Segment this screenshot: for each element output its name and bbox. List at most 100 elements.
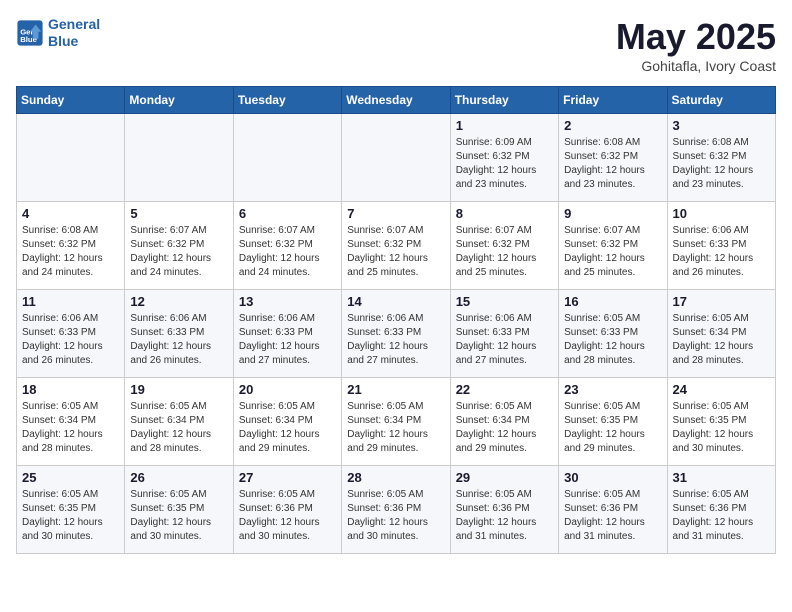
day-cell: 26 Sunrise: 6:05 AM Sunset: 6:35 PM Dayli…: [125, 466, 233, 554]
title-area: May 2025 Gohitafla, Ivory Coast: [616, 16, 776, 74]
day-number: 21: [347, 382, 444, 397]
header-saturday: Saturday: [667, 87, 775, 114]
day-number: 20: [239, 382, 336, 397]
day-cell: 28 Sunrise: 6:05 AM Sunset: 6:36 PM Dayli…: [342, 466, 450, 554]
day-info: Sunrise: 6:05 AM Sunset: 6:34 PM Dayligh…: [130, 400, 227, 456]
header-friday: Friday: [559, 87, 667, 114]
calendar-table: SundayMondayTuesdayWednesdayThursdayFrid…: [16, 86, 776, 554]
day-cell: 1 Sunrise: 6:09 AM Sunset: 6:32 PM Daylig…: [450, 114, 558, 202]
day-cell: 15 Sunrise: 6:06 AM Sunset: 6:33 PM Dayli…: [450, 290, 558, 378]
day-cell: 4 Sunrise: 6:08 AM Sunset: 6:32 PM Daylig…: [17, 202, 125, 290]
day-info: Sunrise: 6:05 AM Sunset: 6:35 PM Dayligh…: [564, 400, 661, 456]
day-number: 9: [564, 206, 661, 221]
week-row-3: 11Sunrise: 6:06 AM Sunset: 6:33 PM Dayli…: [17, 290, 776, 378]
day-number: 23: [564, 382, 661, 397]
day-info: Sunrise: 6:05 AM Sunset: 6:35 PM Dayligh…: [22, 488, 119, 544]
day-info: Sunrise: 6:09 AM Sunset: 6:32 PM Dayligh…: [456, 136, 553, 192]
day-number: 13: [239, 294, 336, 309]
day-cell: [17, 114, 125, 202]
day-info: Sunrise: 6:05 AM Sunset: 6:36 PM Dayligh…: [564, 488, 661, 544]
week-row-5: 25 Sunrise: 6:05 AM Sunset: 6:35 PM Dayli…: [17, 466, 776, 554]
day-number: 22: [456, 382, 553, 397]
day-cell: 8 Sunrise: 6:07 AM Sunset: 6:32 PM Daylig…: [450, 202, 558, 290]
day-number: 12: [130, 294, 227, 309]
logo-text: General Blue: [48, 16, 100, 50]
day-cell: 7 Sunrise: 6:07 AM Sunset: 6:32 PM Daylig…: [342, 202, 450, 290]
week-row-1: 1 Sunrise: 6:09 AM Sunset: 6:32 PM Daylig…: [17, 114, 776, 202]
week-row-4: 18 Sunrise: 6:05 AM Sunset: 6:34 PM Dayli…: [17, 378, 776, 466]
day-number: 14: [347, 294, 444, 309]
day-number: 4: [22, 206, 119, 221]
day-info: Sunrise: 6:08 AM Sunset: 6:32 PM Dayligh…: [22, 224, 119, 280]
day-cell: 5Sunrise: 6:07 AM Sunset: 6:32 PM Daylig…: [125, 202, 233, 290]
day-number: 17: [673, 294, 770, 309]
day-cell: 11Sunrise: 6:06 AM Sunset: 6:33 PM Dayli…: [17, 290, 125, 378]
day-cell: 20 Sunrise: 6:05 AM Sunset: 6:34 PM Dayli…: [233, 378, 341, 466]
logo: Gen Blue General Blue: [16, 16, 100, 50]
day-number: 25: [22, 470, 119, 485]
day-number: 7: [347, 206, 444, 221]
day-number: 19: [130, 382, 227, 397]
day-cell: [342, 114, 450, 202]
day-cell: 14 Sunrise: 6:06 AM Sunset: 6:33 PM Dayli…: [342, 290, 450, 378]
day-number: 24: [673, 382, 770, 397]
day-info: Sunrise: 6:07 AM Sunset: 6:32 PM Dayligh…: [239, 224, 336, 280]
day-number: 16: [564, 294, 661, 309]
day-cell: 13 Sunrise: 6:06 AM Sunset: 6:33 PM Dayli…: [233, 290, 341, 378]
day-cell: [233, 114, 341, 202]
day-cell: 21 Sunrise: 6:05 AM Sunset: 6:34 PM Dayli…: [342, 378, 450, 466]
day-info: Sunrise: 6:05 AM Sunset: 6:34 PM Dayligh…: [239, 400, 336, 456]
day-info: Sunrise: 6:07 AM Sunset: 6:32 PM Dayligh…: [456, 224, 553, 280]
weekday-header-row: SundayMondayTuesdayWednesdayThursdayFrid…: [17, 87, 776, 114]
header-sunday: Sunday: [17, 87, 125, 114]
day-cell: 2 Sunrise: 6:08 AM Sunset: 6:32 PM Daylig…: [559, 114, 667, 202]
day-cell: 24 Sunrise: 6:05 AM Sunset: 6:35 PM Dayli…: [667, 378, 775, 466]
day-info: Sunrise: 6:08 AM Sunset: 6:32 PM Dayligh…: [673, 136, 770, 192]
location-subtitle: Gohitafla, Ivory Coast: [616, 58, 776, 74]
day-info: Sunrise: 6:05 AM Sunset: 6:36 PM Dayligh…: [239, 488, 336, 544]
day-number: 29: [456, 470, 553, 485]
day-cell: [125, 114, 233, 202]
day-number: 10: [673, 206, 770, 221]
header-thursday: Thursday: [450, 87, 558, 114]
day-info: Sunrise: 6:05 AM Sunset: 6:34 PM Dayligh…: [347, 400, 444, 456]
day-number: 26: [130, 470, 227, 485]
day-info: Sunrise: 6:05 AM Sunset: 6:36 PM Dayligh…: [673, 488, 770, 544]
day-cell: 17Sunrise: 6:05 AM Sunset: 6:34 PM Dayli…: [667, 290, 775, 378]
day-cell: 3 Sunrise: 6:08 AM Sunset: 6:32 PM Daylig…: [667, 114, 775, 202]
day-number: 28: [347, 470, 444, 485]
logo-icon: Gen Blue: [16, 19, 44, 47]
day-cell: 12 Sunrise: 6:06 AM Sunset: 6:33 PM Dayli…: [125, 290, 233, 378]
day-number: 18: [22, 382, 119, 397]
day-info: Sunrise: 6:05 AM Sunset: 6:35 PM Dayligh…: [673, 400, 770, 456]
day-cell: 23 Sunrise: 6:05 AM Sunset: 6:35 PM Dayli…: [559, 378, 667, 466]
day-cell: 10Sunrise: 6:06 AM Sunset: 6:33 PM Dayli…: [667, 202, 775, 290]
header-monday: Monday: [125, 87, 233, 114]
day-info: Sunrise: 6:07 AM Sunset: 6:32 PM Dayligh…: [130, 224, 227, 280]
day-number: 8: [456, 206, 553, 221]
day-info: Sunrise: 6:05 AM Sunset: 6:36 PM Dayligh…: [347, 488, 444, 544]
day-info: Sunrise: 6:06 AM Sunset: 6:33 PM Dayligh…: [347, 312, 444, 368]
header-tuesday: Tuesday: [233, 87, 341, 114]
week-row-2: 4 Sunrise: 6:08 AM Sunset: 6:32 PM Daylig…: [17, 202, 776, 290]
day-info: Sunrise: 6:06 AM Sunset: 6:33 PM Dayligh…: [130, 312, 227, 368]
header-wednesday: Wednesday: [342, 87, 450, 114]
day-number: 2: [564, 118, 661, 133]
day-info: Sunrise: 6:08 AM Sunset: 6:32 PM Dayligh…: [564, 136, 661, 192]
day-info: Sunrise: 6:05 AM Sunset: 6:34 PM Dayligh…: [456, 400, 553, 456]
month-year-title: May 2025: [616, 16, 776, 58]
day-info: Sunrise: 6:05 AM Sunset: 6:33 PM Dayligh…: [564, 312, 661, 368]
day-cell: 27Sunrise: 6:05 AM Sunset: 6:36 PM Dayli…: [233, 466, 341, 554]
day-info: Sunrise: 6:05 AM Sunset: 6:34 PM Dayligh…: [22, 400, 119, 456]
day-number: 15: [456, 294, 553, 309]
day-info: Sunrise: 6:05 AM Sunset: 6:35 PM Dayligh…: [130, 488, 227, 544]
day-info: Sunrise: 6:06 AM Sunset: 6:33 PM Dayligh…: [456, 312, 553, 368]
day-info: Sunrise: 6:06 AM Sunset: 6:33 PM Dayligh…: [239, 312, 336, 368]
day-cell: 25 Sunrise: 6:05 AM Sunset: 6:35 PM Dayli…: [17, 466, 125, 554]
day-cell: 29 Sunrise: 6:05 AM Sunset: 6:36 PM Dayli…: [450, 466, 558, 554]
day-info: Sunrise: 6:05 AM Sunset: 6:36 PM Dayligh…: [456, 488, 553, 544]
day-number: 3: [673, 118, 770, 133]
day-cell: 18 Sunrise: 6:05 AM Sunset: 6:34 PM Dayli…: [17, 378, 125, 466]
day-info: Sunrise: 6:07 AM Sunset: 6:32 PM Dayligh…: [347, 224, 444, 280]
day-number: 1: [456, 118, 553, 133]
